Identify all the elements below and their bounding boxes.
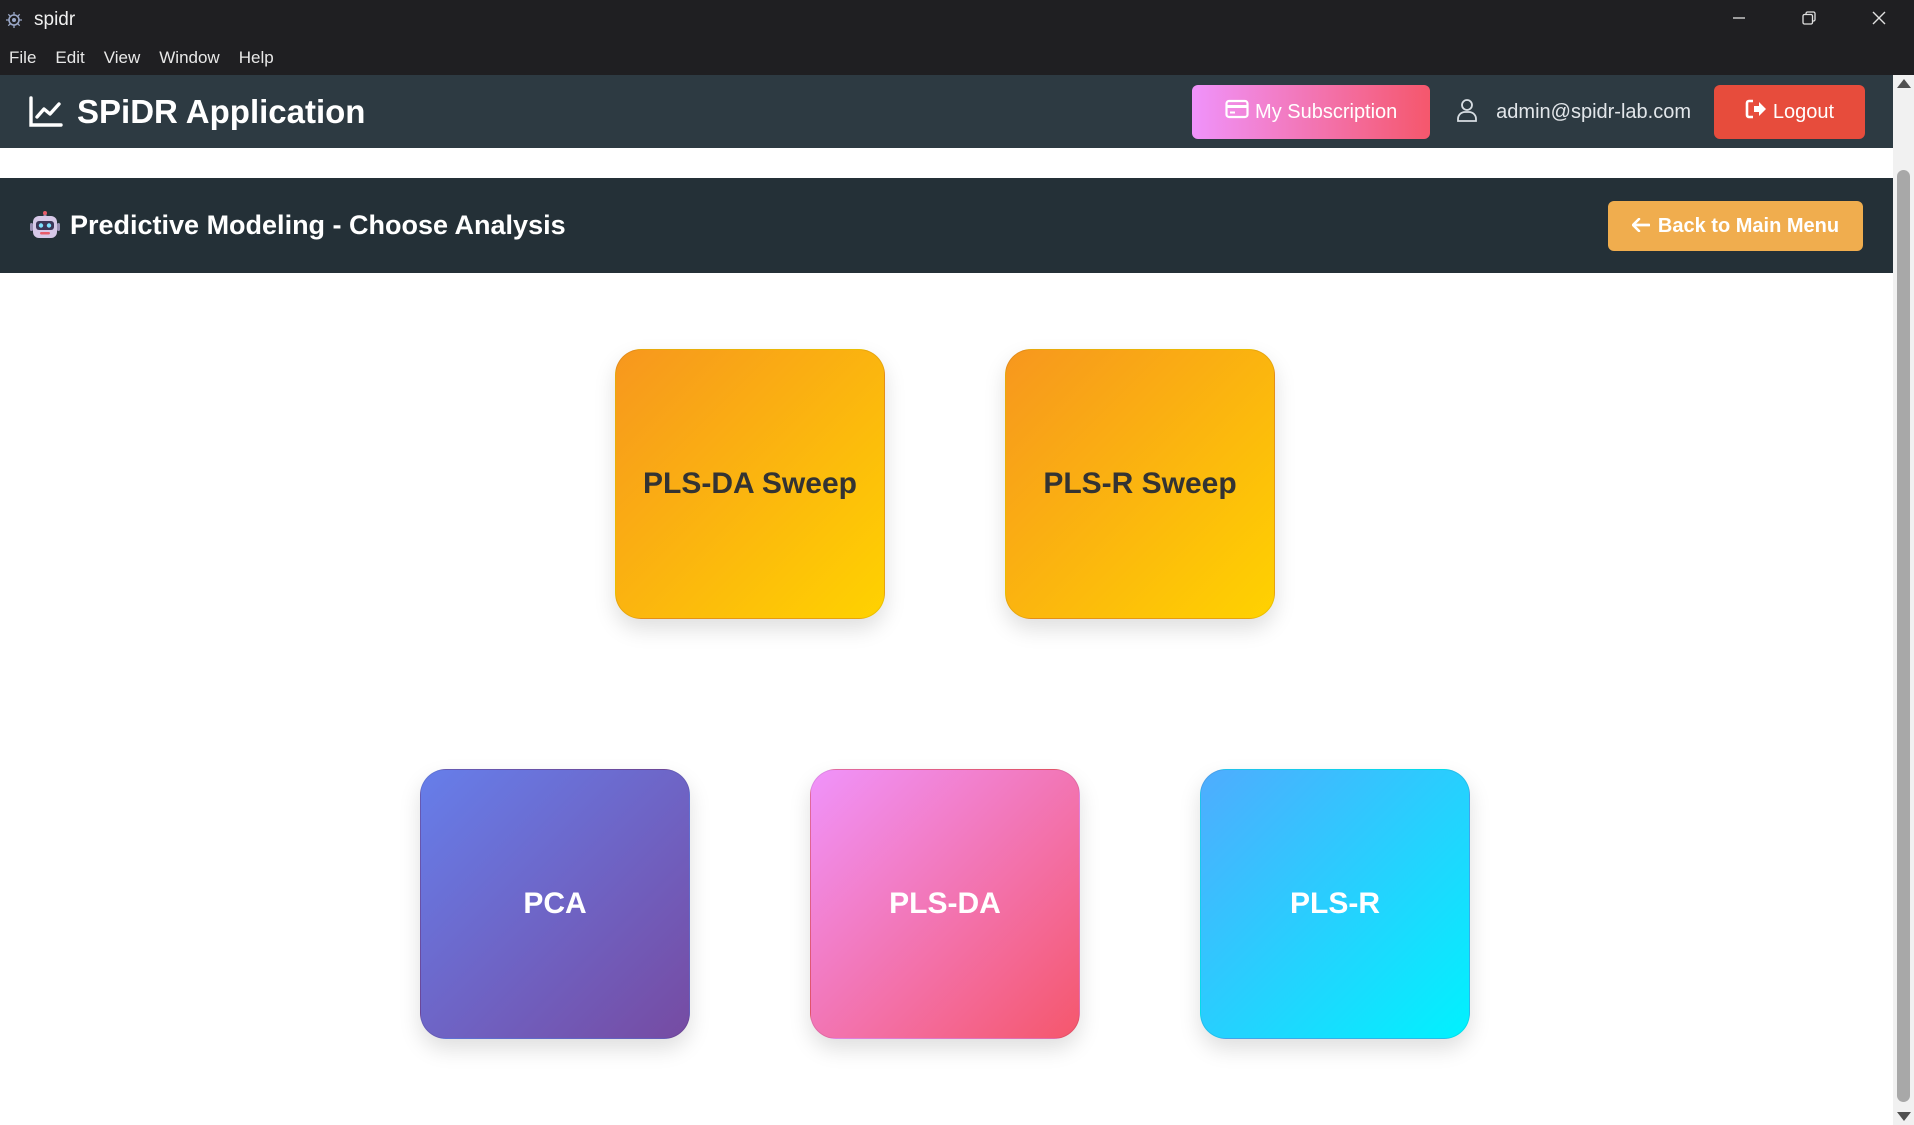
card-label: PLS-R Sweep — [1043, 467, 1237, 500]
scroll-up-arrow-icon[interactable] — [1897, 79, 1911, 88]
card-pca[interactable]: PCA — [420, 769, 690, 1039]
my-subscription-button[interactable]: My Subscription — [1192, 85, 1431, 139]
page-title: Predictive Modeling - Choose Analysis — [70, 210, 566, 240]
card-label: PLS-R — [1290, 887, 1380, 920]
credit-card-icon — [1225, 99, 1255, 125]
minimize-button[interactable] — [1704, 0, 1774, 40]
back-to-main-menu-button[interactable]: Back to Main Menu — [1608, 201, 1863, 251]
restore-button[interactable] — [1774, 0, 1844, 40]
vertical-scrollbar[interactable] — [1893, 75, 1914, 1125]
menu-window[interactable]: Window — [159, 48, 219, 68]
spidr-app-icon — [4, 10, 24, 30]
menu-help[interactable]: Help — [239, 48, 274, 68]
menu-view[interactable]: View — [104, 48, 141, 68]
header-actions: My Subscription admin@spidr-lab.com Logo… — [1192, 85, 1865, 139]
window-controls — [1704, 0, 1914, 40]
card-label: PCA — [523, 887, 587, 920]
user-email: admin@spidr-lab.com — [1496, 100, 1691, 123]
robot-emoji-icon — [30, 210, 60, 241]
logout-label: Logout — [1772, 100, 1835, 123]
card-label: PLS-DA — [889, 887, 1001, 920]
section-header: Predictive Modeling - Choose Analysis Ba… — [0, 178, 1893, 273]
menu-bar: File Edit View Window Help — [0, 40, 1914, 75]
user-icon — [1456, 98, 1478, 127]
close-button[interactable] — [1844, 0, 1914, 40]
scrollbar-thumb[interactable] — [1897, 170, 1910, 1102]
menu-file[interactable]: File — [9, 48, 36, 68]
my-subscription-label: My Subscription — [1255, 100, 1398, 123]
card-pls-r-sweep[interactable]: PLS-R Sweep — [1005, 349, 1275, 619]
scroll-down-arrow-icon[interactable] — [1897, 1112, 1911, 1121]
line-chart-icon — [28, 94, 64, 130]
card-pls-r[interactable]: PLS-R — [1200, 769, 1470, 1039]
window-titlebar: spidr — [0, 0, 1914, 40]
minimize-icon — [1731, 10, 1747, 31]
menu-edit[interactable]: Edit — [55, 48, 84, 68]
close-icon — [1871, 10, 1887, 31]
arrow-left-icon — [1631, 215, 1651, 238]
user-info: admin@spidr-lab.com — [1456, 98, 1691, 127]
sign-out-icon — [1745, 99, 1773, 125]
card-pls-da[interactable]: PLS-DA — [810, 769, 1080, 1039]
restore-icon — [1801, 10, 1817, 31]
card-label: PLS-DA Sweep — [643, 467, 857, 500]
brand: SPiDR Application — [28, 93, 365, 131]
logout-button[interactable]: Logout — [1714, 85, 1865, 139]
back-to-main-menu-label: Back to Main Menu — [1657, 214, 1840, 237]
app-header: SPiDR Application My Subscription admin@… — [0, 75, 1893, 148]
brand-title: SPiDR Application — [77, 92, 366, 130]
card-pls-da-sweep[interactable]: PLS-DA Sweep — [615, 349, 885, 619]
window-title: spidr — [34, 9, 76, 30]
